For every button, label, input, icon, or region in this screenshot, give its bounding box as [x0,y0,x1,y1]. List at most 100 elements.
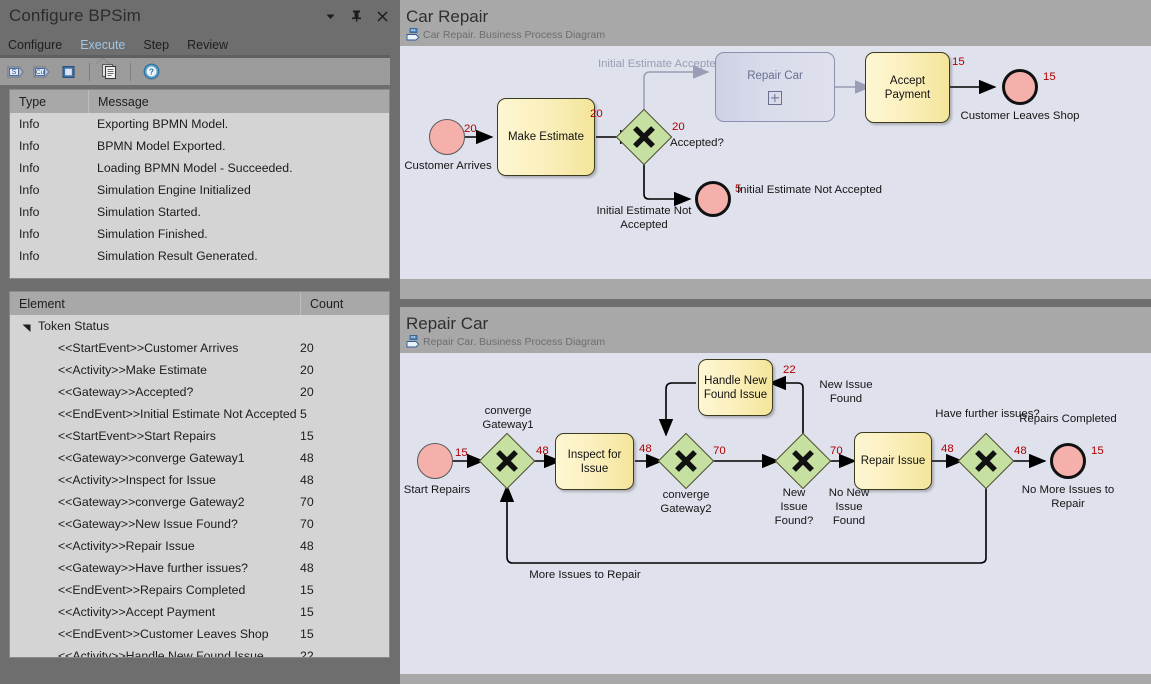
run-simulation-icon[interactable]: S [6,61,28,83]
cell-element: <<Activity>>Handle New Found Issue [10,649,300,658]
diagram-subtitle-2: Repair Car. Business Process Diagram [423,335,605,349]
cell-count: 48 [300,473,389,487]
pin-icon[interactable] [349,9,363,23]
count-gw1-out: 48 [536,445,549,457]
table-row[interactable]: InfoExporting BPMN Model. [10,113,389,135]
element-rows: <<StartEvent>>Customer Arrives20<<Activi… [10,337,389,658]
cell-count: 20 [300,385,389,399]
diagram-header-car-repair: Car Repair Car Repair. Business Process … [400,0,1151,46]
page-title: Configure BPSim [0,6,141,26]
cell-element: <<Gateway>>Have further issues? [10,561,300,575]
diagram-canvas-car-repair[interactable]: Customer Arrives 20 Make Estimate 20 [400,46,1151,279]
list-item[interactable]: <<Gateway>>Accepted?20 [10,381,389,403]
gateway-converge-gateway2[interactable] [658,433,714,489]
cell-element: <<Gateway>>converge Gateway1 [10,451,300,465]
subprocess-expand-icon[interactable] [768,91,782,105]
column-header-type[interactable]: Type [10,90,88,113]
cell-element: <<Gateway>>converge Gateway2 [10,495,300,509]
help-icon[interactable]: ? [140,61,162,83]
gateway-converge-gateway1[interactable] [479,433,535,489]
cell-message: Simulation Started. [88,205,389,219]
count-gw2-out: 70 [713,445,726,457]
end-event-customer-leaves-shop[interactable] [1002,69,1038,105]
cell-element: <<Activity>>Make Estimate [10,363,300,377]
cell-message: Simulation Engine Initialized [88,183,389,197]
table-row[interactable]: InfoBPMN Model Exported. [10,135,389,157]
window-controls [323,0,389,32]
column-header-element[interactable]: Element [10,292,300,315]
label-have-further-issues: Have further issues? [919,407,1056,421]
dock-splitter[interactable] [390,0,400,684]
list-item[interactable]: <<EndEvent>>Customer Leaves Shop15 [10,623,389,645]
list-item[interactable]: <<Activity>>Make Estimate20 [10,359,389,381]
list-item[interactable]: <<Gateway>>converge Gateway270 [10,491,389,513]
label-initial-estimate-not-accepted-flow: Initial Estimate Not Accepted [737,183,937,197]
diagram-subtitle: Car Repair. Business Process Diagram [423,28,605,42]
panel-divider[interactable] [400,299,1151,307]
element-grid[interactable]: Element Count Token Status <<StartEvent>… [9,291,390,658]
dropdown-icon[interactable] [323,9,337,23]
task-accept-payment[interactable]: Accept Payment [865,52,950,123]
label-converge-gateway1: converge Gateway1 [458,404,558,432]
task-make-estimate[interactable]: Make Estimate [497,98,595,176]
end-event-initial-estimate-not-accepted[interactable] [695,181,731,217]
list-item[interactable]: <<EndEvent>>Repairs Completed15 [10,579,389,601]
task-handle-new-found-issue[interactable]: Handle New Found Issue [698,359,773,416]
list-item[interactable]: <<StartEvent>>Customer Arrives20 [10,337,389,359]
count-further-out: 48 [1014,445,1027,457]
list-item[interactable]: <<Activity>>Accept Payment15 [10,601,389,623]
table-row[interactable]: InfoLoading BPMN Model - Succeeded. [10,157,389,179]
diagram-panel-car-repair: Car Repair Car Repair. Business Process … [400,0,1151,299]
column-header-message[interactable]: Message [88,90,389,113]
toolbar-divider [89,63,90,81]
list-item[interactable]: <<Activity>>Handle New Found Issue22 [10,645,389,658]
table-row[interactable]: InfoSimulation Result Generated. [10,245,389,267]
table-row[interactable]: InfoSimulation Finished. [10,223,389,245]
label-customer-arrives: Customer Arrives [400,159,511,173]
label-converge-gateway2: converge Gateway2 [636,488,736,516]
list-item[interactable]: <<Activity>>Inspect for Issue48 [10,469,389,491]
diagram-canvas-repair-car[interactable]: 15 Start Repairs converge Gateway1 48 In… [400,353,1151,674]
panel-splitter[interactable] [0,279,396,288]
start-event-customer-arrives[interactable] [429,119,465,155]
count-payment-out: 15 [952,56,965,68]
cell-count: 15 [300,605,389,619]
cell-type: Info [10,205,88,219]
expand-collapse-icon[interactable] [22,322,31,331]
count-handle-in: 22 [783,364,796,376]
run-cumulative-icon[interactable]: Cu [32,61,54,83]
list-item[interactable]: <<Gateway>>New Issue Found?70 [10,513,389,535]
list-item[interactable]: <<Gateway>>converge Gateway148 [10,447,389,469]
table-row[interactable]: InfoSimulation Engine Initialized [10,179,389,201]
gateway-have-further-issues[interactable] [958,433,1014,489]
cell-count: 48 [300,539,389,553]
count-repair-out: 48 [941,443,954,455]
messages-grid[interactable]: Type Message InfoExporting BPMN Model.In… [9,89,390,279]
stop-simulation-icon[interactable] [58,61,80,83]
table-row[interactable]: InfoSimulation Started. [10,201,389,223]
column-header-count[interactable]: Count [300,292,389,315]
gateway-accepted[interactable] [616,109,672,165]
list-item[interactable]: <<Gateway>>Have further issues?48 [10,557,389,579]
diagram-title: Car Repair [406,6,1151,28]
cell-element: <<EndEvent>>Initial Estimate Not Accepte… [10,407,300,421]
cell-count: 22 [300,649,389,658]
tree-root-token-status[interactable]: Token Status [10,315,389,337]
count-start-repairs-out: 15 [455,447,468,459]
subprocess-repair-car[interactable]: Repair Car [715,52,835,122]
list-item[interactable]: <<StartEvent>>Start Repairs15 [10,425,389,447]
list-item[interactable]: <<EndEvent>>Initial Estimate Not Accepte… [10,403,389,425]
task-inspect-for-issue[interactable]: Inspect for Issue [555,433,634,490]
gateway-new-issue-found[interactable] [775,433,831,489]
start-event-start-repairs[interactable] [417,443,453,479]
end-event-repairs-completed[interactable] [1050,443,1086,479]
cell-element: <<EndEvent>>Repairs Completed [10,583,300,597]
task-repair-issue[interactable]: Repair Issue [854,432,932,490]
svg-text:Cu: Cu [36,69,45,76]
cell-element: <<Activity>>Repair Issue [10,539,300,553]
flow-label-new-issue-found: New Issue Found [800,378,892,406]
list-item[interactable]: <<Activity>>Repair Issue48 [10,535,389,557]
close-icon[interactable] [375,9,389,23]
messages-grid-header: Type Message [10,90,389,113]
tabbar-divider [0,55,396,58]
